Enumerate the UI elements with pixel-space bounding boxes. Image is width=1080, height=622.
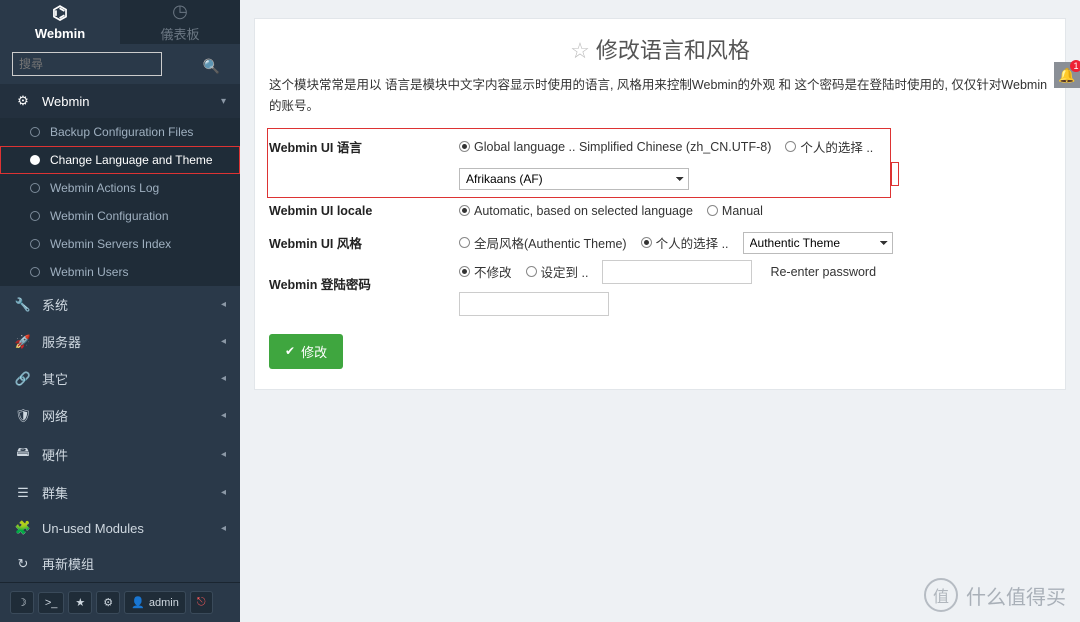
tab-webmin[interactable]: ⌬ Webmin — [0, 0, 120, 44]
bottom-bar: ☽ >_ ★ ⚙ 👤admin ⎋ — [0, 582, 240, 622]
radio-pwd-setto[interactable]: 设定到 .. — [526, 262, 589, 281]
cat-cluster[interactable]: ☰群集◂ — [0, 474, 240, 511]
page-title: ☆修改语言和风格 — [269, 33, 1051, 65]
logout-button[interactable]: ⎋ — [190, 591, 213, 614]
sidebar-item-actions-log[interactable]: Webmin Actions Log — [0, 174, 240, 202]
favorite-button[interactable]: ★ — [68, 591, 92, 614]
tab-webmin-label: Webmin — [35, 26, 85, 41]
row-password: Webmin 登陆密码 不修改 设定到 .. Re-enter password — [269, 260, 1051, 320]
radio-locale-manual[interactable]: Manual — [707, 204, 763, 218]
label-locale: Webmin UI locale — [269, 204, 459, 218]
terminal-icon: >_ — [45, 597, 58, 609]
radio-theme-personal[interactable]: 个人的选择 .. — [641, 233, 729, 252]
notification-count: 1 — [1070, 60, 1080, 72]
cat-webmin[interactable]: ⚙ Webmin ▾ — [0, 84, 240, 118]
chevron-left-icon: ◂ — [221, 336, 226, 347]
panel: ☆修改语言和风格 这个模块常常是用以 语言是模块中文字内容显示时使用的语言, 风… — [254, 18, 1066, 390]
cat-webmin-sub: Backup Configuration Files Change Langua… — [0, 118, 240, 286]
night-mode-button[interactable]: ☽ — [10, 591, 34, 614]
dashboard-icon: ◷ — [172, 1, 188, 22]
sidebar: ⌬ Webmin ◷ 儀表板 🔍 ⚙ Webmin ▾ Backup Confi… — [0, 0, 240, 622]
search-input[interactable] — [12, 52, 162, 76]
select-language[interactable]: Afrikaans (AF) — [459, 168, 689, 190]
submit-button[interactable]: 修改 — [269, 334, 343, 369]
sidebar-item-backup[interactable]: Backup Configuration Files — [0, 118, 240, 146]
link-icon: 🔗 — [14, 371, 32, 387]
radio-pwd-nochange[interactable]: 不修改 — [459, 262, 512, 281]
user-button[interactable]: 👤admin — [124, 591, 186, 614]
chevron-down-icon: ▾ — [221, 96, 226, 107]
chevron-left-icon: ◂ — [221, 449, 226, 460]
tab-dashboard-label: 儀表板 — [160, 24, 199, 43]
dot-icon — [30, 183, 40, 193]
tab-dashboard[interactable]: ◷ 儀表板 — [120, 0, 240, 44]
dot-icon — [30, 127, 40, 137]
settings-button[interactable]: ⚙ — [96, 591, 120, 614]
chevron-left-icon: ◂ — [221, 523, 226, 534]
notifications-button[interactable]: 🔔 1 — [1054, 62, 1080, 88]
dot-icon — [30, 267, 40, 277]
radio-locale-auto[interactable]: Automatic, based on selected language — [459, 204, 693, 218]
cat-network[interactable]: 🛡网络◂ — [0, 397, 240, 434]
rocket-icon: 🚀 — [14, 334, 32, 350]
radio-lang-global[interactable]: Global language .. Simplified Chinese (z… — [459, 140, 771, 154]
star-outline-icon[interactable]: ☆ — [570, 38, 590, 63]
logout-icon: ⎋ — [197, 596, 206, 609]
row-language-select: Afrikaans (AF) — [269, 164, 1051, 194]
label-theme: Webmin UI 风格 — [269, 233, 459, 252]
dot-icon — [30, 155, 40, 165]
radio-theme-global[interactable]: 全局风格(Authentic Theme) — [459, 233, 627, 252]
chevron-left-icon: ◂ — [221, 410, 226, 421]
row-locale: Webmin UI locale Automatic, based on sel… — [269, 196, 1051, 226]
gear-icon: ⚙ — [14, 93, 32, 109]
search-box: 🔍 — [0, 44, 240, 84]
sidebar-item-webmin-config[interactable]: Webmin Configuration — [0, 202, 240, 230]
hdd-icon: 🖴 — [14, 443, 32, 465]
user-icon: 👤 — [131, 596, 145, 609]
cat-others[interactable]: 🔗其它◂ — [0, 360, 240, 397]
sidebar-item-webmin-users[interactable]: Webmin Users — [0, 258, 240, 286]
cat-refresh[interactable]: ↻再新模组 — [0, 545, 240, 582]
puzzle-icon: 🧩 — [14, 520, 32, 536]
cat-webmin-label: Webmin — [42, 94, 221, 109]
dot-icon — [30, 211, 40, 221]
refresh-icon: ↻ — [14, 556, 32, 572]
main-content: ☆修改语言和风格 这个模块常常是用以 语言是模块中文字内容显示时使用的语言, 风… — [240, 0, 1080, 622]
label-reenter: Re-enter password — [770, 265, 876, 279]
search-icon[interactable]: 🔍 — [203, 58, 220, 75]
page-description: 这个模块常常是用以 语言是模块中文字内容显示时使用的语言, 风格用来控制Webm… — [269, 75, 1051, 118]
chevron-left-icon: ◂ — [221, 487, 226, 498]
input-password-confirm[interactable] — [459, 292, 609, 316]
cat-system[interactable]: 🔧系统◂ — [0, 286, 240, 323]
list-icon: ☰ — [14, 485, 32, 501]
star-icon: ★ — [75, 596, 85, 609]
form: Webmin UI 语言 Global language .. Simplifi… — [269, 128, 1051, 369]
input-password[interactable] — [602, 260, 752, 284]
sliders-icon: ⚙ — [103, 596, 113, 609]
cat-servers[interactable]: 🚀服务器◂ — [0, 323, 240, 360]
sidebar-tabs: ⌬ Webmin ◷ 儀表板 — [0, 0, 240, 44]
sidebar-item-servers-index[interactable]: Webmin Servers Index — [0, 230, 240, 258]
radio-lang-personal[interactable]: 个人的选择 .. — [785, 137, 873, 156]
terminal-button[interactable]: >_ — [38, 592, 65, 614]
cat-unused[interactable]: 🧩Un-used Modules◂ — [0, 511, 240, 545]
chevron-left-icon: ◂ — [221, 299, 226, 310]
label-password: Webmin 登陆密码 — [269, 260, 459, 293]
sidebar-item-change-language[interactable]: Change Language and Theme — [0, 146, 240, 174]
moon-icon: ☽ — [17, 596, 27, 609]
wrench-icon: 🔧 — [14, 297, 32, 313]
chevron-left-icon: ◂ — [221, 373, 226, 384]
dot-icon — [30, 239, 40, 249]
cat-hardware[interactable]: 🖴硬件◂ — [0, 434, 240, 474]
shield-icon: 🛡 — [14, 408, 32, 424]
gauge-icon: ⌬ — [52, 3, 68, 24]
label-language: Webmin UI 语言 — [269, 137, 459, 156]
select-theme[interactable]: Authentic Theme — [743, 232, 893, 254]
row-theme: Webmin UI 风格 全局风格(Authentic Theme) 个人的选择… — [269, 228, 1051, 258]
row-language: Webmin UI 语言 Global language .. Simplifi… — [269, 132, 1051, 162]
